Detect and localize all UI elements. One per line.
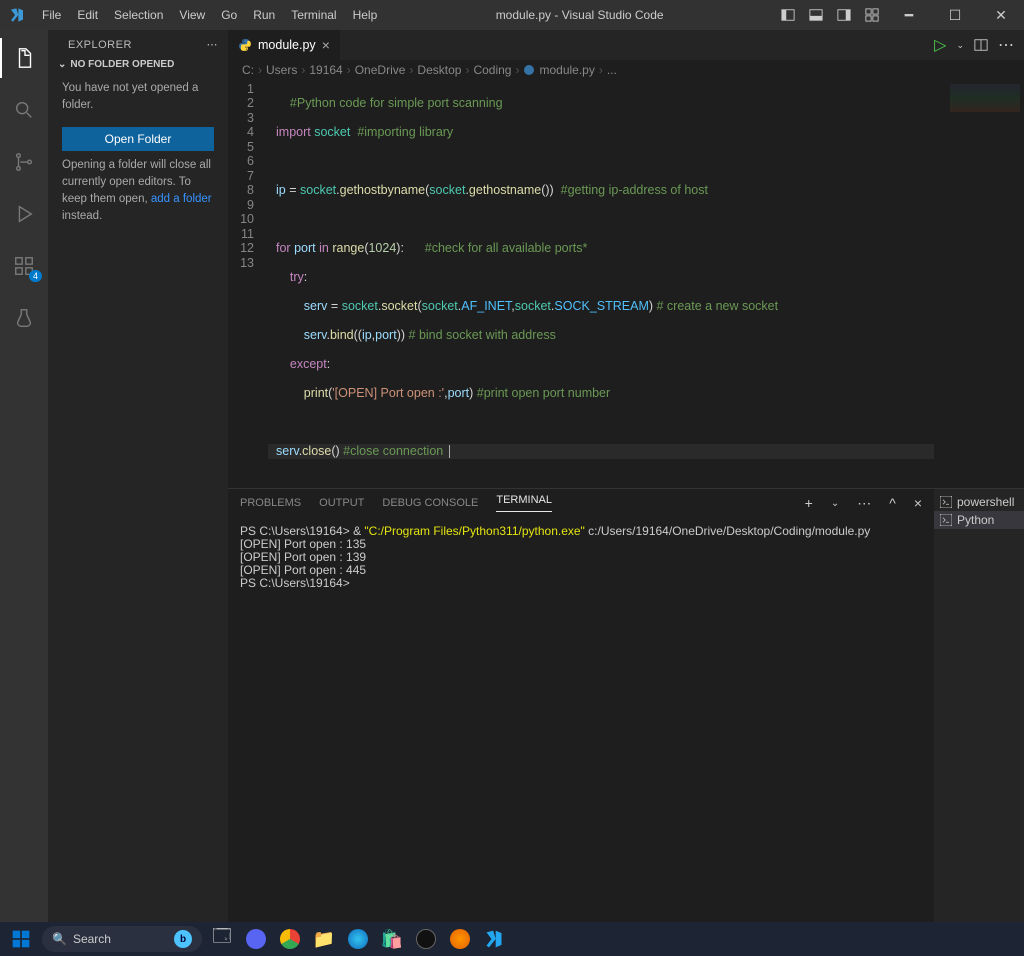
windows-taskbar: 🔍 Search b 🗔 📁 🛍️ [0, 922, 1024, 956]
menu-view[interactable]: View [171, 8, 213, 22]
menu-help[interactable]: Help [345, 8, 386, 22]
taskbar-search[interactable]: 🔍 Search b [42, 926, 202, 952]
terminal-icon [940, 514, 952, 526]
tab-close-icon[interactable]: × [322, 37, 330, 53]
add-folder-link[interactable]: add a folder [151, 193, 212, 205]
terminal-list: powershell Python [934, 489, 1024, 922]
split-editor-icon[interactable] [974, 38, 988, 52]
menu-edit[interactable]: Edit [69, 8, 106, 22]
python-file-icon [523, 64, 535, 76]
panel-tabs: PROBLEMS OUTPUT DEBUG CONSOLE TERMINAL +… [228, 489, 934, 519]
minimap[interactable] [934, 80, 1024, 488]
panel-tab-terminal[interactable]: TERMINAL [496, 494, 552, 512]
activity-search-icon[interactable] [0, 90, 48, 130]
code-content[interactable]: #Python code for simple port scanning im… [268, 80, 934, 488]
search-icon: 🔍 [52, 932, 67, 946]
panel-tab-problems[interactable]: PROBLEMS [240, 497, 301, 509]
editor-tabs: module.py × ▷ ⌄ ⋯ [228, 30, 1024, 60]
crumb[interactable]: Desktop [417, 63, 461, 77]
taskbar-store-icon[interactable]: 🛍️ [378, 925, 406, 953]
activity-debug-icon[interactable] [0, 194, 48, 234]
msg-text-2: instead. [62, 210, 102, 222]
terminal-python[interactable]: Python [934, 511, 1024, 529]
terminal-dropdown-icon[interactable]: ⌄ [831, 498, 839, 509]
activity-testing-icon[interactable] [0, 298, 48, 338]
window-maximize-icon[interactable]: ☐ [932, 0, 978, 30]
menu-bar: File Edit Selection View Go Run Terminal… [34, 8, 385, 22]
menu-run[interactable]: Run [245, 8, 283, 22]
taskbar-edge-icon[interactable] [344, 925, 372, 953]
menu-terminal[interactable]: Terminal [283, 8, 344, 22]
more-actions-icon[interactable]: ⋯ [998, 35, 1014, 55]
panel-close-icon[interactable]: × [914, 495, 922, 511]
menu-go[interactable]: Go [213, 8, 245, 22]
sidebar-title: EXPLORER [68, 39, 132, 51]
toggle-panel-icon[interactable] [802, 0, 830, 30]
terminal-powershell[interactable]: powershell [934, 493, 1024, 511]
line-number-gutter: 12345678910111213 [228, 80, 268, 488]
taskbar-vscode-icon[interactable] [480, 925, 508, 953]
taskbar-chrome-icon[interactable] [276, 925, 304, 953]
crumb[interactable]: 19164 [309, 63, 342, 77]
crumb[interactable]: OneDrive [355, 63, 406, 77]
toggle-secondary-sidebar-icon[interactable] [830, 0, 858, 30]
vscode-logo-icon [0, 7, 34, 23]
window-minimize-icon[interactable]: ━ [886, 0, 932, 30]
taskbar-app2-icon[interactable] [412, 925, 440, 953]
taskbar-firefox-icon[interactable] [446, 925, 474, 953]
new-terminal-icon[interactable]: + [805, 495, 813, 511]
panel: PROBLEMS OUTPUT DEBUG CONSOLE TERMINAL +… [228, 488, 1024, 922]
menu-file[interactable]: File [34, 8, 69, 22]
activity-scm-icon[interactable] [0, 142, 48, 182]
no-folder-message: You have not yet opened a folder. [48, 74, 228, 121]
section-label: NO FOLDER OPENED [70, 59, 174, 70]
extensions-badge: 4 [29, 270, 42, 282]
tab-module-py[interactable]: module.py × [228, 30, 341, 60]
python-file-icon [238, 38, 252, 52]
terminal-output[interactable]: PS C:\Users\19164> & "C:/Program Files/P… [228, 519, 934, 922]
sidebar-more-icon[interactable]: ⋯ [207, 38, 219, 51]
terminal-label: powershell [957, 495, 1014, 509]
taskbar-app-icon[interactable] [242, 925, 270, 953]
editor-area[interactable]: 12345678910111213 #Python code for simpl… [228, 80, 1024, 488]
panel-tab-debug-console[interactable]: DEBUG CONSOLE [382, 497, 478, 509]
no-folder-header[interactable]: ⌄ NO FOLDER OPENED [48, 55, 228, 74]
activity-bar: 4 [0, 30, 48, 922]
crumb[interactable]: Users [266, 63, 297, 77]
panel-tab-output[interactable]: OUTPUT [319, 497, 364, 509]
task-view-icon[interactable]: 🗔 [208, 925, 236, 953]
crumb[interactable]: ... [607, 63, 617, 77]
run-python-icon[interactable]: ▷ [934, 35, 946, 55]
add-folder-message: Opening a folder will close all currentl… [48, 151, 228, 232]
taskbar-explorer-icon[interactable]: 📁 [310, 925, 338, 953]
window-title: module.py - Visual Studio Code [385, 8, 774, 22]
explorer-sidebar: EXPLORER ⋯ ⌄ NO FOLDER OPENED You have n… [48, 30, 228, 922]
panel-maximize-icon[interactable]: ^ [889, 495, 896, 511]
start-button[interactable] [6, 925, 36, 953]
chevron-down-icon: ⌄ [58, 59, 66, 70]
run-dropdown-icon[interactable]: ⌄ [956, 40, 964, 51]
panel-more-icon[interactable]: ⋯ [857, 495, 871, 512]
search-placeholder: Search [73, 932, 111, 946]
title-bar: File Edit Selection View Go Run Terminal… [0, 0, 1024, 30]
window-close-icon[interactable]: ✕ [978, 0, 1024, 30]
open-folder-button[interactable]: Open Folder [62, 127, 214, 151]
crumb[interactable]: Coding [473, 63, 511, 77]
terminal-icon [940, 496, 952, 508]
customize-layout-icon[interactable] [858, 0, 886, 30]
crumb[interactable]: module.py [539, 63, 594, 77]
toggle-primary-sidebar-icon[interactable] [774, 0, 802, 30]
activity-explorer-icon[interactable] [0, 38, 48, 78]
breadcrumbs[interactable]: C:› Users› 19164› OneDrive› Desktop› Cod… [228, 60, 1024, 79]
bing-icon[interactable]: b [174, 930, 192, 948]
terminal-label: Python [957, 513, 994, 527]
tab-label: module.py [258, 38, 316, 52]
activity-extensions-icon[interactable]: 4 [0, 246, 48, 286]
menu-selection[interactable]: Selection [106, 8, 171, 22]
crumb[interactable]: C: [242, 63, 254, 77]
